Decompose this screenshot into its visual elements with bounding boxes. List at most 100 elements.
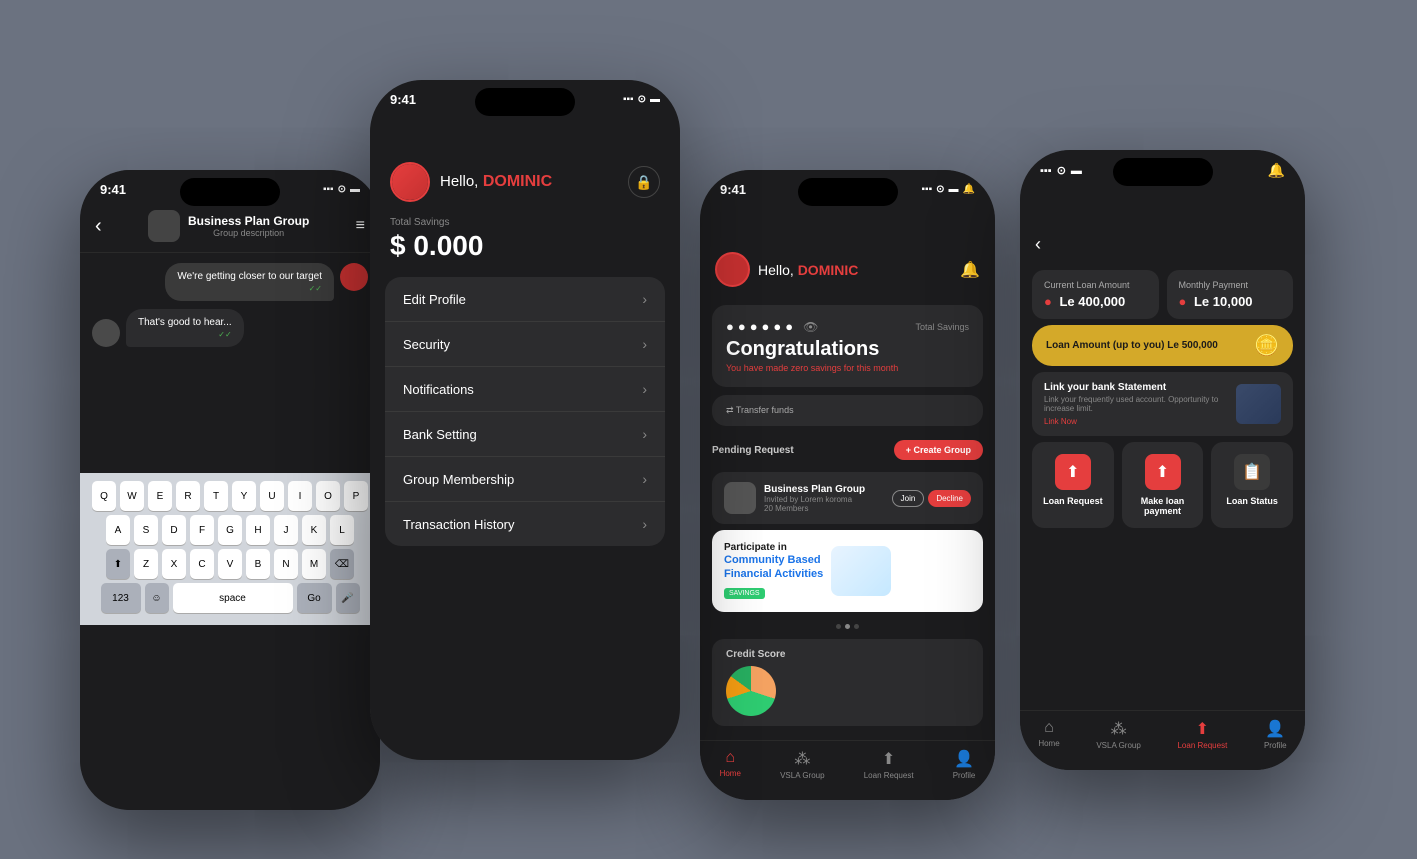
menu-bank-setting-label: Bank Setting [403, 427, 477, 442]
key-a[interactable]: A [106, 515, 130, 545]
keyboard-row-1: Q W E R T Y U I O P [88, 481, 372, 511]
key-x[interactable]: X [162, 549, 186, 579]
nav-home-label: Home [720, 769, 741, 778]
key-y[interactable]: Y [232, 481, 256, 511]
bank-text-wrap: Link your bank Statement Link your frequ… [1044, 382, 1228, 426]
phone3-dashboard: 9:41 ▪▪▪ ⊙ ▬ 🔔 Hello, DOMINIC 🔔 [700, 170, 995, 800]
incoming-message-text: That's good to hear... [138, 317, 232, 328]
menu-item-transaction-history[interactable]: Transaction History › [385, 502, 665, 546]
key-j[interactable]: J [274, 515, 298, 545]
menu-transaction-history-label: Transaction History [403, 517, 515, 532]
make-payment-label: Make loan payment [1130, 496, 1196, 516]
key-n[interactable]: N [274, 549, 298, 579]
menu-item-bank-setting[interactable]: Bank Setting › [385, 412, 665, 457]
loan-back-button[interactable]: ‹ [1035, 234, 1041, 255]
dot-3 [854, 624, 859, 629]
loan-nav-vsla[interactable]: ⁂ VSLA Group [1096, 719, 1140, 750]
key-space[interactable]: space [173, 583, 293, 613]
loan-request-label: Loan Request [1043, 496, 1103, 506]
key-k[interactable]: K [302, 515, 326, 545]
menu-item-edit-profile[interactable]: Edit Profile › [385, 277, 665, 322]
key-z[interactable]: Z [134, 549, 158, 579]
menu-item-group-membership[interactable]: Group Membership › [385, 457, 665, 502]
keyboard-row-3: ⬆ Z X C V B N M ⌫ [88, 549, 372, 579]
key-s[interactable]: S [134, 515, 158, 545]
key-u[interactable]: U [260, 481, 284, 511]
loan-nav-profile-label: Profile [1264, 741, 1287, 750]
key-q[interactable]: Q [92, 481, 116, 511]
loan-request-card[interactable]: ⬆ Loan Request [1032, 442, 1114, 528]
join-button[interactable]: Join [892, 490, 925, 507]
key-go[interactable]: Go [297, 583, 332, 613]
nav-home[interactable]: ⌂ Home [720, 749, 741, 780]
loan-nav-request[interactable]: ⬆ Loan Request [1177, 719, 1227, 750]
loan-slider-card[interactable]: Loan Amount (up to you) Le 500,000 🪙 [1032, 325, 1293, 366]
coin-icon: 🪙 [1254, 333, 1279, 358]
key-f[interactable]: F [190, 515, 214, 545]
credit-pie-chart [726, 666, 776, 716]
loan-status-card[interactable]: 📋 Loan Status [1211, 442, 1293, 528]
key-b[interactable]: B [246, 549, 270, 579]
phone1-time: 9:41 [100, 182, 126, 197]
transfer-card: ⇄ Transfer funds [712, 395, 983, 426]
decline-button[interactable]: Decline [928, 490, 971, 507]
chat-header: ‹ Business Plan Group Group description … [80, 202, 380, 253]
key-h[interactable]: H [246, 515, 270, 545]
greeting-name: DOMINIC [483, 173, 552, 190]
loan-nav-home[interactable]: ⌂ Home [1038, 719, 1059, 750]
nav-profile[interactable]: 👤 Profile [953, 749, 976, 780]
congrats-title: Congratulations [726, 338, 969, 361]
greeting-text-wrap: Hello, DOMINIC [440, 173, 552, 191]
key-123[interactable]: 123 [101, 583, 141, 613]
key-i[interactable]: I [288, 481, 312, 511]
chat-menu-icon[interactable]: ≡ [356, 217, 365, 235]
key-mic[interactable]: 🎤 [336, 583, 360, 613]
eye-icon[interactable]: 👁 [803, 320, 818, 334]
key-r[interactable]: R [176, 481, 200, 511]
group-info: Business Plan Group Invited by Lorem kor… [764, 484, 884, 513]
greeting-area: Hello, DOMINIC [390, 162, 552, 202]
key-emoji[interactable]: ☺ [145, 583, 169, 613]
current-loan-dot: ● [1044, 294, 1052, 309]
dot-2 [845, 624, 850, 629]
menu-item-notifications[interactable]: Notifications › [385, 367, 665, 412]
dot-1 [836, 624, 841, 629]
key-v[interactable]: V [218, 549, 242, 579]
key-w[interactable]: W [120, 481, 144, 511]
security-icon[interactable]: 🔒 [628, 166, 660, 198]
link-now-button[interactable]: Link Now [1044, 417, 1228, 426]
key-d[interactable]: D [162, 515, 186, 545]
key-p[interactable]: P [344, 481, 368, 511]
phone2-menu: 9:41 ▪▪▪ ⊙ ▬ Hello, DOMINIC [370, 80, 680, 760]
create-group-button[interactable]: + Create Group [894, 440, 983, 460]
avatar-image [392, 164, 428, 200]
key-g[interactable]: G [218, 515, 242, 545]
dash-bell-icon[interactable]: 🔔 [960, 260, 980, 280]
p4-bell-icon[interactable]: 🔔 [1268, 162, 1285, 179]
key-c[interactable]: C [190, 549, 214, 579]
key-delete[interactable]: ⌫ [330, 549, 354, 579]
nav-loan-request[interactable]: ⬆ Loan Request [864, 749, 914, 780]
menu-group-membership-chevron: › [642, 471, 647, 487]
loan-actions-grid: ⬆ Loan Request ⬆ Make loan payment 📋 Loa… [1032, 442, 1293, 528]
loan-nav-profile[interactable]: 👤 Profile [1264, 719, 1287, 750]
bank-statement-sub: Link your frequently used account. Oppor… [1044, 395, 1228, 413]
key-l[interactable]: L [330, 515, 354, 545]
key-t[interactable]: T [204, 481, 228, 511]
chat-back-button[interactable]: ‹ [95, 215, 102, 238]
current-loan-card: Current Loan Amount ● Le 400,000 [1032, 270, 1159, 319]
make-loan-payment-card[interactable]: ⬆ Make loan payment [1122, 442, 1204, 528]
key-o[interactable]: O [316, 481, 340, 511]
menu-item-security[interactable]: Security › [385, 322, 665, 367]
nav-vsla-group[interactable]: ⁂ VSLA Group [780, 749, 824, 780]
key-m[interactable]: M [302, 549, 326, 579]
nav-vsla-label: VSLA Group [780, 771, 824, 780]
phone1-notch [180, 178, 280, 206]
phone3-notch [798, 178, 898, 206]
key-shift[interactable]: ⬆ [106, 549, 130, 579]
p3-battery-icon: ▬ [949, 184, 959, 195]
community-highlight: Community BasedFinancial Activities [724, 553, 823, 582]
battery-icon: ▬ [350, 184, 360, 195]
dash-name: DOMINIC [798, 262, 859, 278]
key-e[interactable]: E [148, 481, 172, 511]
